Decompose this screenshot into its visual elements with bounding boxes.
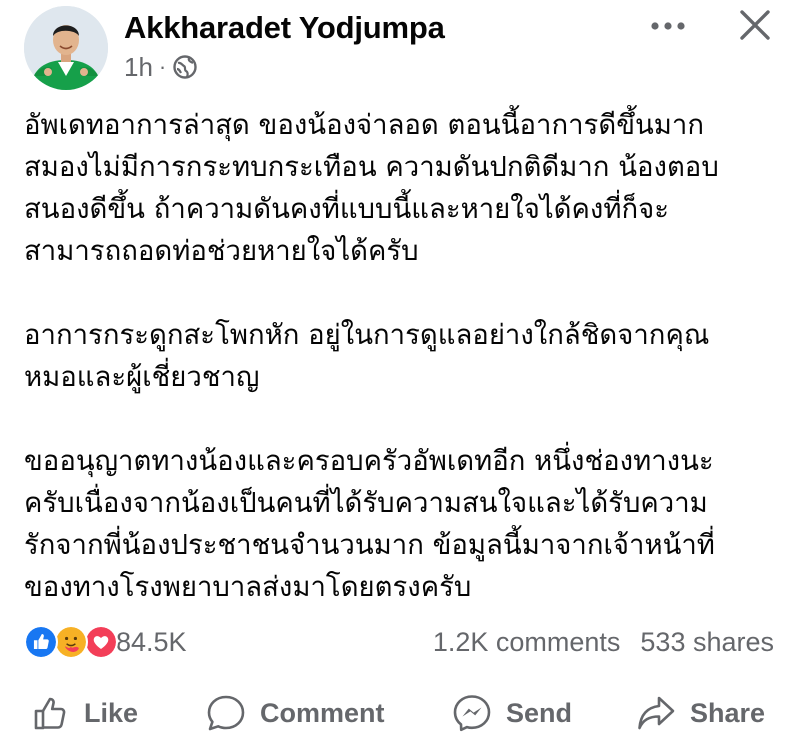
messenger-icon (453, 695, 491, 732)
close-button[interactable] (734, 4, 776, 46)
post-meta: 1h · (124, 52, 198, 82)
meta-separator: · (158, 54, 167, 79)
avatar[interactable] (24, 6, 108, 90)
post-time[interactable]: 1h (124, 52, 153, 83)
comment-button[interactable]: Comment (206, 690, 385, 736)
comment-label: Comment (260, 697, 385, 728)
post-text-line: สนองดีขึ้น ถ้าความดันคงที่แบบนี้และหายใจ… (24, 193, 670, 225)
facebook-post: Akkharadet Yodjumpa 1h · อัพเดทอาการล่าส (0, 0, 800, 736)
like-reaction-icon (24, 625, 58, 659)
reactions-summary[interactable]: 84.5K (24, 622, 187, 662)
more-options-icon (651, 22, 685, 30)
post-paragraph: อาการกระดูกสะโพกหัก อยู่ในการดูแลอย่างใก… (24, 314, 784, 398)
love-reaction-icon (84, 625, 118, 659)
post-body: อัพเดทอาการล่าสุด ของน้องจ่าลอด ตอนนี้อา… (24, 104, 784, 650)
care-reaction-icon (54, 625, 88, 659)
send-label: Send (506, 697, 573, 728)
post-paragraph: ขออนุญาตทางน้องและครอบครัวอัพเดทอีก หนึ่… (24, 440, 784, 608)
comment-bubble-icon (207, 695, 245, 731)
like-button[interactable]: Like (32, 690, 138, 736)
avatar-image (24, 6, 108, 90)
post-text-line: สมองไม่มีการกระทบกระเทือน ความดันปกติดีม… (24, 151, 719, 183)
more-options-button[interactable] (646, 8, 690, 44)
post-text-line: ครับเนื่องจากน้องเป็นคนที่ได้รับความสนใจ… (24, 487, 708, 519)
send-button[interactable]: Send (452, 690, 572, 736)
post-paragraph: อัพเดทอาการล่าสุด ของน้องจ่าลอด ตอนนี้อา… (24, 104, 784, 272)
globe-icon[interactable] (172, 54, 198, 80)
post-text-line: รักจากพี่น้องประชาชนจำนวนมาก ข้อมูลนี้มา… (24, 529, 715, 561)
post-text-line: สามารถถอดท่อช่วยหายใจได้ครับ (24, 235, 419, 267)
post-text-line: หมอและผู้เชี่ยวชาญ (24, 361, 260, 393)
thumbs-up-icon (34, 697, 66, 730)
post-text-line: ของทางโรงพยาบาลส่งมาโดยตรงครับ (24, 571, 472, 603)
post-text-line: อาการกระดูกสะโพกหัก อยู่ในการดูแลอย่างใก… (24, 319, 710, 351)
share-label: Share (690, 697, 766, 728)
close-icon (740, 10, 770, 40)
comments-count-link[interactable]: 1.2K comments (433, 627, 621, 658)
shares-count-link[interactable]: 533 shares (640, 627, 774, 658)
share-arrow-icon (638, 696, 675, 730)
engagement-stats: 1.2K comments 533 shares (433, 622, 774, 662)
reaction-icons (24, 624, 132, 660)
like-label: Like (84, 697, 139, 728)
post-text-line: อัพเดทอาการล่าสุด ของน้องจ่าลอด ตอนนี้อา… (24, 109, 705, 141)
post-action-bar: Like Comment Send Share (0, 690, 800, 736)
author-name[interactable]: Akkharadet Yodjumpa (124, 10, 445, 46)
share-button[interactable]: Share (636, 690, 765, 736)
post-text-line: ขออนุญาตทางน้องและครอบครัวอัพเดทอีก หนึ่… (24, 445, 714, 477)
